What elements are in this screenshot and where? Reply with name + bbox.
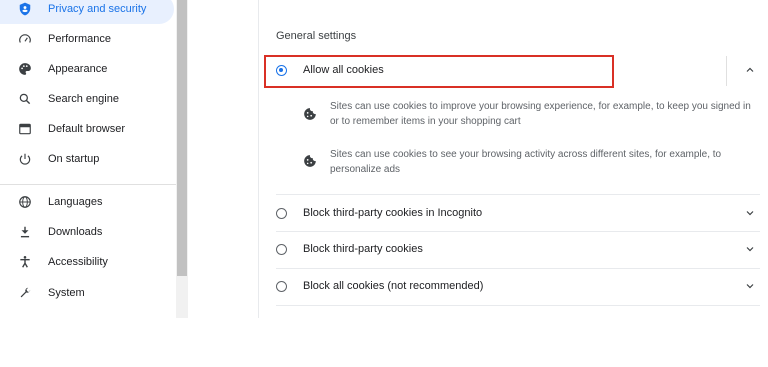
sidebar-item-label: Downloads (48, 226, 103, 238)
option-divider (276, 305, 760, 306)
radio-button[interactable] (276, 281, 287, 292)
cookie-icon (304, 108, 316, 120)
option-divider (276, 231, 760, 232)
sidebar-item-downloads[interactable]: Downloads (0, 217, 176, 247)
option-separator (726, 56, 727, 86)
browser-window-icon (18, 122, 32, 136)
sidebar-item-label: Accessibility (48, 256, 108, 268)
search-icon (18, 92, 32, 106)
palette-icon (18, 62, 32, 76)
accessibility-icon (18, 255, 32, 269)
sidebar-item-label: Search engine (48, 93, 119, 105)
cookie-icon (304, 155, 316, 167)
sidebar-item-label: Languages (48, 196, 103, 208)
sidebar-item-performance[interactable]: Performance (0, 24, 176, 54)
option-label: Block all cookies (not recommended) (303, 280, 484, 292)
sidebar-scrollbar-thumb[interactable] (177, 0, 187, 276)
sidebar-item-appearance[interactable]: Appearance (0, 54, 176, 84)
sidebar-item-privacy-and-security[interactable]: Privacy and security (0, 0, 174, 24)
sidebar-item-default-browser[interactable]: Default browser (0, 114, 176, 144)
option-label: Block third-party cookies in Incognito (303, 207, 483, 219)
card-border (258, 0, 259, 318)
power-icon (18, 152, 32, 166)
chevron-down-icon[interactable] (744, 207, 756, 219)
option-label: Block third-party cookies (303, 243, 423, 255)
sidebar-item-label: Appearance (48, 63, 108, 75)
sidebar-item-accessibility[interactable]: Accessibility (0, 247, 176, 277)
sidebar-item-languages[interactable]: Languages (0, 187, 176, 217)
wrench-icon (18, 286, 32, 300)
sidebar-item-label: Default browser (48, 123, 126, 135)
option-divider (276, 194, 760, 195)
chevron-down-icon[interactable] (744, 243, 756, 255)
sidebar-item-on-startup[interactable]: On startup (0, 144, 176, 174)
sidebar-item-label: On startup (48, 153, 100, 165)
option-block-all-cookies[interactable]: Block all cookies (not recommended) (276, 272, 760, 302)
sidebar-divider (0, 184, 176, 185)
option-block-third-party-cookies[interactable]: Block third-party cookies (276, 235, 760, 265)
section-title: General settings (276, 30, 357, 42)
radio-button[interactable] (276, 244, 287, 255)
sidebar-item-label: System (48, 287, 85, 299)
highlight-box (264, 55, 614, 88)
cookie-detail-text: Sites can use cookies to improve your br… (330, 101, 751, 127)
globe-icon (18, 195, 32, 209)
chevron-down-icon[interactable] (744, 280, 756, 292)
download-icon (18, 225, 32, 239)
sidebar-item-label: Performance (48, 33, 111, 45)
chevron-up-icon[interactable] (744, 64, 756, 76)
shield-icon (18, 2, 32, 16)
cookie-detail-text: Sites can use cookies to see your browsi… (330, 149, 722, 175)
radio-button[interactable] (276, 208, 287, 219)
option-block-third-party-incognito[interactable]: Block third-party cookies in Incognito (276, 199, 760, 229)
sidebar-item-label: Privacy and security (48, 3, 147, 15)
option-divider (276, 268, 760, 269)
speedometer-icon (18, 32, 32, 46)
sidebar-item-search-engine[interactable]: Search engine (0, 84, 176, 114)
sidebar-item-system[interactable]: System (0, 278, 176, 308)
settings-sidebar: Privacy and security Performance Appeara… (0, 0, 176, 318)
